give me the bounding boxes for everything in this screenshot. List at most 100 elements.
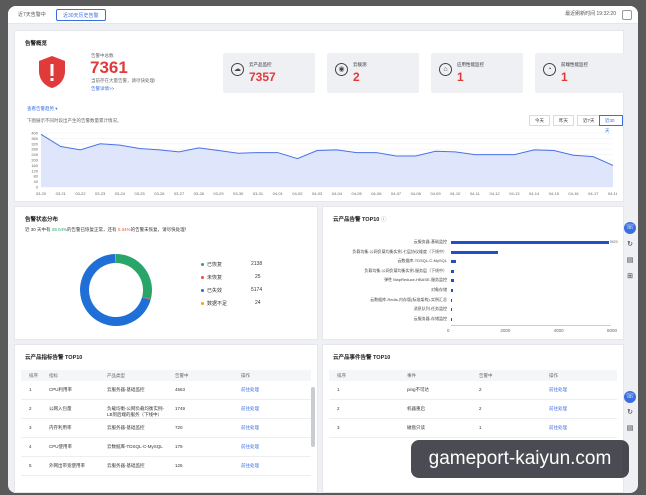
handle-link[interactable]: 前往处理 — [241, 425, 259, 431]
distribution-title: 告警状态分布 — [25, 217, 59, 223]
table-cell: 云服务器-基础监控 — [107, 425, 145, 430]
table-scrollbar[interactable] — [311, 387, 315, 447]
table-header-cell: 告警中 — [175, 373, 189, 378]
distribution-summary: 近 30 天中有 29.04%的告警已恢复正常，还有 0.34%的告警未恢复，请… — [25, 227, 189, 233]
x-tick-label: 4000 — [553, 328, 564, 333]
table-cell: 云服务器-基础监控 — [107, 387, 145, 392]
x-tick-label: 04-12 — [490, 191, 501, 196]
table-cell: 公网入包量 — [49, 406, 72, 411]
x-tick-label: 04-11 — [470, 191, 481, 196]
stat-card-cloud[interactable]: ☁ 云产品监控 7357 — [223, 53, 315, 93]
row-divider — [21, 456, 311, 457]
signal-icon: ◉ — [335, 63, 348, 76]
x-tick-label: 04-02 — [292, 191, 303, 196]
book-icon[interactable]: ▤ — [625, 256, 635, 266]
handle-link[interactable]: 前往处理 — [549, 387, 567, 393]
table-header-cell: 排序 — [29, 373, 38, 378]
handle-link[interactable]: 前往处理 — [241, 463, 259, 469]
stat-card-dial[interactable]: ◉ 云拨测 2 — [327, 53, 419, 93]
stat-card-apm[interactable]: ⌂ 应用性能监控 1 — [431, 53, 523, 93]
range-7-days[interactable]: 近7天 — [577, 115, 601, 126]
book-icon[interactable]: ▤ — [625, 424, 635, 434]
top-tab-bar: 近7天告警中 近30天历史告警 最近刷新时间 19:32:20 — [8, 6, 638, 24]
legend-recovered: 已恢复 — [201, 261, 222, 268]
app-icon: ⌂ — [439, 63, 452, 76]
x-tick-label: 03-25 — [135, 191, 146, 196]
x-tick-label: 03-31 — [253, 191, 264, 196]
handle-link[interactable]: 前往处理 — [241, 387, 259, 393]
bar-label: 弹性 MapReduce-HBASE-服务监控 — [384, 277, 447, 283]
table-cell: 云服务器-基础监控 — [107, 463, 145, 468]
x-tick-label: 04-15 — [549, 191, 560, 196]
summary-text: 近 30 天中有 — [25, 227, 51, 232]
stat-label: 云拨测 — [353, 62, 367, 67]
table-cell: 1 — [337, 387, 340, 392]
range-yesterday[interactable]: 昨天 — [553, 115, 574, 126]
fullscreen-icon[interactable] — [622, 10, 632, 20]
table-header-cell: 操作 — [241, 373, 250, 378]
total-value: 7361 — [90, 58, 128, 77]
refresh-icon[interactable]: ↻ — [625, 240, 635, 250]
x-tick-label: 03-30 — [233, 191, 244, 196]
y-tick-label: 360 — [31, 136, 38, 141]
x-tick-label: 03-22 — [75, 191, 86, 196]
handle-link[interactable]: 前往处理 — [549, 425, 567, 431]
bar-label: 对象存储 — [431, 287, 447, 292]
grid-icon[interactable]: ⊞ — [625, 272, 635, 282]
trend-link[interactable]: 查看告警趋势 ▾ — [27, 106, 58, 112]
refresh-icon[interactable]: ↻ — [625, 408, 635, 418]
x-tick-label: 04-16 — [568, 191, 579, 196]
tab-30-days[interactable]: 近30天历史告警 — [56, 9, 106, 21]
handle-link[interactable]: 前往处理 — [241, 406, 259, 412]
stat-label: 云产品监控 — [249, 62, 272, 67]
y-tick-label: 40 — [34, 179, 39, 184]
table-cell: CPU利用率 — [49, 387, 73, 392]
x-tick-label: 04-09 — [430, 191, 441, 196]
refresh-time: 最近刷新时间 19:32:20 — [565, 11, 616, 17]
bar — [451, 279, 454, 283]
overview-title: 告警概览 — [25, 41, 48, 47]
headset-icon[interactable]: ☏ — [624, 391, 636, 403]
legend-insufficient: 数据不足 — [201, 300, 227, 307]
range-30-days[interactable]: 近30天 — [599, 115, 623, 133]
bar — [451, 308, 452, 312]
unrecovered-percent: 0.34% — [117, 227, 131, 232]
table-cell: 1 — [479, 425, 482, 430]
stat-value: 1 — [561, 70, 568, 84]
status-donut-chart — [80, 254, 152, 326]
y-tick-label: 160 — [31, 163, 38, 168]
x-tick-label: 04-10 — [450, 191, 461, 196]
x-tick-label: 03-29 — [213, 191, 224, 196]
table-cell: 外网出带宽使用率 — [49, 463, 85, 468]
table-cell: 机器重启 — [407, 406, 425, 411]
table-header-cell: 事件 — [407, 373, 416, 378]
headset-icon[interactable]: ☏ — [624, 222, 636, 234]
tab-7-days[interactable]: 近7天告警中 — [12, 9, 52, 21]
handle-link[interactable]: 前往处理 — [241, 444, 259, 450]
table-header-bar — [329, 370, 617, 381]
distribution-card: 告警状态分布 近 30 天中有 29.04%的告警已恢复正常，还有 0.34%的… — [14, 206, 318, 340]
row-divider — [329, 418, 617, 419]
range-today[interactable]: 今天 — [529, 115, 550, 126]
y-tick-label: 200 — [31, 158, 38, 163]
detail-link[interactable]: 告警详情>> — [91, 86, 114, 92]
table-cell: 2 — [479, 406, 482, 411]
y-tick-label: 120 — [31, 168, 38, 173]
legend-value: 5174 — [251, 287, 263, 293]
row-divider — [21, 418, 311, 419]
legend-invalid: 已失效 — [201, 287, 222, 294]
stat-card-rum[interactable]: ◔ 前端性能监控 1 — [535, 53, 627, 93]
table-cell: 2 — [337, 406, 340, 411]
legend-label: 数据不足 — [207, 301, 228, 307]
handle-link[interactable]: 前往处理 — [549, 406, 567, 412]
legend-unrecovered: 未恢复 — [201, 274, 222, 281]
legend-dot — [201, 302, 204, 306]
legend-label: 已失效 — [207, 288, 223, 294]
row-divider — [21, 475, 311, 476]
row-divider — [329, 437, 617, 438]
x-axis — [451, 325, 611, 326]
table-cell: 2 — [29, 406, 32, 411]
y-tick-label: 0 — [36, 185, 39, 190]
table-cell: 负载均衡-公网负载均衡实例-LB到后端的服务（下线中） — [107, 406, 164, 417]
x-tick-label: 03-26 — [154, 191, 165, 196]
